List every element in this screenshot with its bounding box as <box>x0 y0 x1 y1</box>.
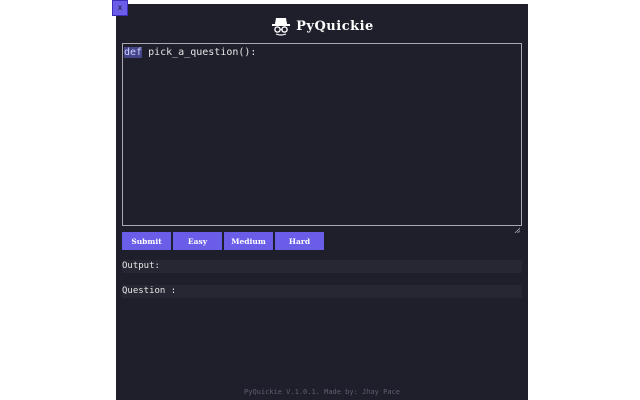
medium-button[interactable]: Medium <box>224 232 273 250</box>
output-label: Output: <box>122 261 160 271</box>
code-editor[interactable]: def pick_a_question(): <box>122 43 522 234</box>
header: PyQuickie <box>116 14 528 38</box>
submit-button[interactable]: Submit <box>122 232 171 250</box>
question-bar: Question : <box>122 285 522 298</box>
app-title: PyQuickie <box>296 18 374 34</box>
close-button[interactable]: x <box>112 0 128 16</box>
output-bar: Output: <box>122 260 522 273</box>
main-panel: PyQuickie def pick_a_question(): Submit … <box>116 4 528 400</box>
footer-credits: PyQuickie V.1.0.1. Made by: Jhay Pace <box>244 388 400 396</box>
code-keyword: def <box>124 47 143 58</box>
resize-grip-icon[interactable] <box>514 218 521 234</box>
hat-spy-icon <box>270 15 292 37</box>
code-text: pick_a_question(): <box>142 47 257 58</box>
question-label: Question : <box>122 286 177 296</box>
easy-button[interactable]: Easy <box>173 232 222 250</box>
button-row: Submit Easy Medium Hard <box>122 232 326 250</box>
hard-button[interactable]: Hard <box>275 232 324 250</box>
code-line: def pick_a_question(): <box>124 46 520 59</box>
